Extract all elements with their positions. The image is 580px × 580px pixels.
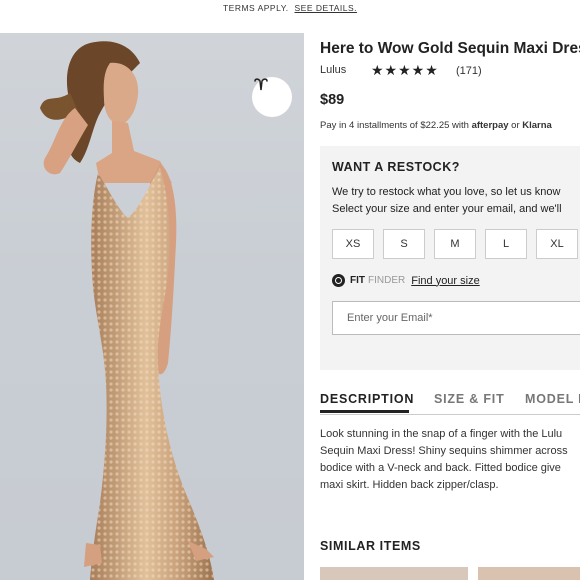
email-field[interactable]: Enter your Email* (332, 301, 580, 335)
installments-or: or (511, 120, 520, 131)
description-line: bodice with a V-neck and back. Fitted bo… (320, 462, 561, 474)
installments-text: Pay in 4 installments of $22.25 with (320, 120, 469, 131)
size-option-m[interactable]: M (434, 229, 476, 259)
see-details-link[interactable]: SEE DETAILS. (295, 3, 358, 13)
review-count[interactable]: (171) (456, 65, 482, 77)
product-description: Look stunning in the snap of a finger wi… (320, 426, 580, 494)
active-tab-indicator (320, 410, 409, 413)
klarna-logo[interactable]: Klarna (522, 120, 552, 131)
tab-size-fit[interactable]: SIZE & FIT (434, 392, 505, 406)
restock-line-1: We try to restock what you love, so let … (332, 186, 561, 198)
similar-items-title: SIMILAR ITEMS (320, 539, 421, 553)
tab-model-info[interactable]: MODEL I (525, 392, 580, 406)
brand-name[interactable]: Lulus (320, 64, 346, 76)
fit-finder-icon (332, 274, 345, 287)
finder-label: FINDER (368, 275, 406, 286)
size-option-xl[interactable]: XL (536, 229, 578, 259)
find-your-size-link[interactable]: Find your size (411, 275, 479, 287)
description-line: Look stunning in the snap of a finger wi… (320, 428, 563, 440)
tab-description[interactable]: DESCRIPTION (320, 392, 414, 406)
similar-item-thumbnail[interactable] (320, 567, 468, 580)
restock-line-2: Select your size and enter your email, a… (332, 203, 562, 215)
fit-finder: FIT FINDER Find your size (332, 274, 480, 287)
rating-stars[interactable]: ★★★★★ (371, 62, 439, 79)
restock-panel: WANT A RESTOCK? We try to restock what y… (320, 146, 580, 370)
model-image (40, 41, 214, 580)
afterpay-logo[interactable]: afterpay (472, 120, 509, 131)
product-price: $89 (320, 92, 345, 108)
favorite-button[interactable] (252, 77, 292, 117)
product-photo[interactable] (0, 33, 304, 580)
promo-text: TERMS APPLY. (222, 3, 289, 13)
restock-title: WANT A RESTOCK? (332, 160, 460, 174)
heart-icon (254, 78, 268, 91)
product-title: Here to Wow Gold Sequin Maxi Dress (320, 40, 580, 57)
similar-item-thumbnail[interactable] (478, 567, 580, 580)
fit-label: FIT (350, 275, 365, 286)
product-tabs: DESCRIPTION SIZE & FIT MODEL I (320, 390, 580, 415)
description-line: Sequin Maxi Dress! Shiny sequins shimmer… (320, 445, 568, 457)
size-option-s[interactable]: S (383, 229, 425, 259)
promo-bar: TERMS APPLY. SEE DETAILS. (0, 0, 580, 18)
restock-description: We try to restock what you love, so let … (332, 184, 562, 218)
size-selector: XS S M L XL (332, 229, 578, 259)
description-line: maxi skirt. Hidden back zipper/clasp. (320, 479, 499, 491)
size-option-l[interactable]: L (485, 229, 527, 259)
installments-info: Pay in 4 installments of $22.25 with aft… (320, 120, 552, 131)
size-option-xs[interactable]: XS (332, 229, 374, 259)
